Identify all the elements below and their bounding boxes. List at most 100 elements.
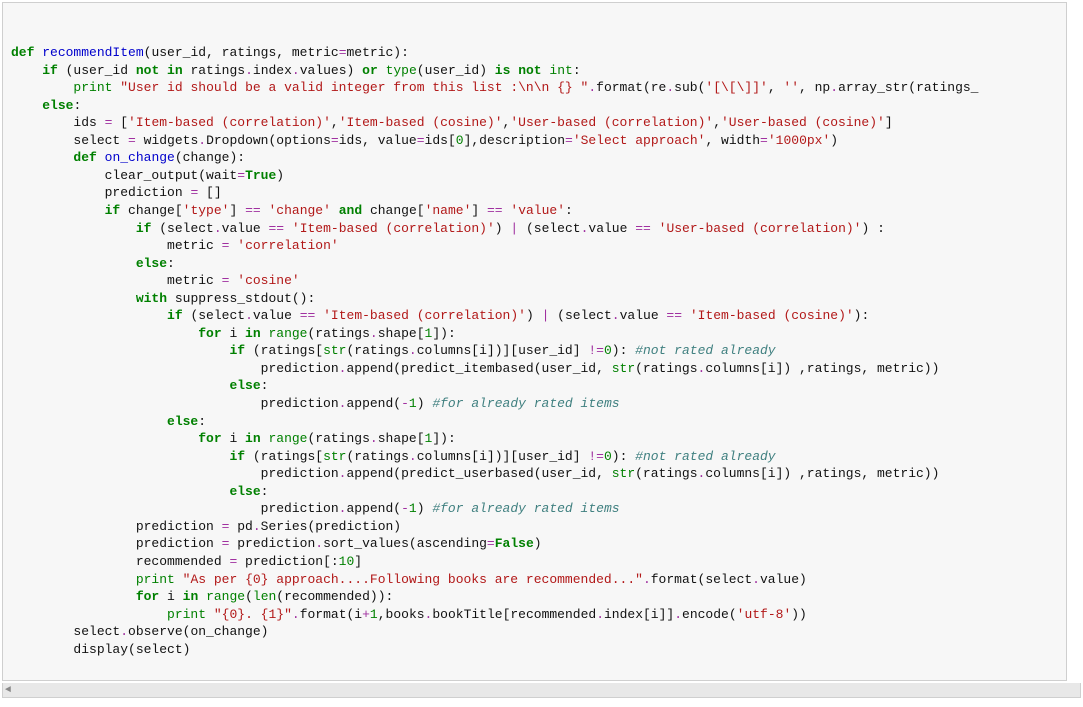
token-op: != bbox=[588, 343, 604, 358]
token-op: != bbox=[588, 449, 604, 464]
token-plain bbox=[11, 484, 229, 499]
token-plain: ids, value bbox=[339, 133, 417, 148]
token-op: = bbox=[237, 168, 245, 183]
token-plain: columns[i]) ,ratings, metric)) bbox=[705, 466, 939, 481]
token-plain: change[ bbox=[120, 203, 182, 218]
token-plain bbox=[11, 431, 198, 446]
token-builtin: int bbox=[549, 63, 572, 78]
token-builtin: type bbox=[386, 63, 417, 78]
code-line: if (ratings[str(ratings.columns[i])][use… bbox=[11, 342, 1058, 360]
token-plain: index bbox=[253, 63, 292, 78]
code-line: prediction.append(-1) #for already rated… bbox=[11, 500, 1058, 518]
scroll-left-arrow[interactable]: ◄ bbox=[5, 684, 11, 698]
token-op: - bbox=[401, 396, 409, 411]
token-plain bbox=[651, 221, 659, 236]
token-plain bbox=[11, 98, 42, 113]
token-kflow: and bbox=[339, 203, 362, 218]
token-str: 'Select approach' bbox=[573, 133, 706, 148]
token-plain bbox=[206, 607, 214, 622]
token-plain: Dropdown(options bbox=[206, 133, 331, 148]
code-line: prediction = pd.Series(prediction) bbox=[11, 518, 1058, 536]
token-op: . bbox=[409, 343, 417, 358]
token-kflow: is not bbox=[495, 63, 542, 78]
token-plain: select bbox=[11, 133, 128, 148]
token-op: . bbox=[666, 80, 674, 95]
token-plain: index[i]] bbox=[604, 607, 674, 622]
token-kflow: in bbox=[183, 589, 199, 604]
token-plain: (ratings[ bbox=[245, 343, 323, 358]
token-plain: select bbox=[11, 624, 120, 639]
token-builtin: str bbox=[612, 466, 635, 481]
token-plain: (select bbox=[183, 308, 245, 323]
token-comment: #not rated already bbox=[635, 343, 775, 358]
token-kdef: def bbox=[73, 150, 104, 165]
token-plain: value bbox=[588, 221, 635, 236]
token-plain: ) bbox=[417, 396, 433, 411]
token-kflow: if bbox=[229, 449, 245, 464]
token-kflow: for bbox=[198, 326, 221, 341]
code-line: else: bbox=[11, 413, 1058, 431]
token-num: 10 bbox=[339, 554, 355, 569]
token-plain: ids[ bbox=[425, 133, 456, 148]
token-op: . bbox=[370, 431, 378, 446]
token-plain bbox=[11, 80, 73, 95]
token-kflow: else bbox=[167, 414, 198, 429]
token-plain: append( bbox=[346, 396, 401, 411]
token-plain bbox=[378, 63, 386, 78]
token-plain: clear_output(wait bbox=[11, 168, 237, 183]
code-line: def on_change(change): bbox=[11, 149, 1058, 167]
token-comment: #for already rated items bbox=[432, 501, 619, 516]
token-kflow: for bbox=[136, 589, 159, 604]
token-fname: recommendItem bbox=[42, 45, 143, 60]
token-kflow: with bbox=[136, 291, 167, 306]
token-plain: change[ bbox=[362, 203, 424, 218]
token-plain: append(predict_userbased(user_id, bbox=[346, 466, 611, 481]
code-body: def recommendItem(user_id, ratings, metr… bbox=[11, 44, 1058, 658]
code-line: recommended = prediction[:10] bbox=[11, 553, 1058, 571]
token-op: . bbox=[409, 449, 417, 464]
token-num: 0 bbox=[456, 133, 464, 148]
code-line: if (select.value == 'Item-based (correla… bbox=[11, 220, 1058, 238]
code-line: select.observe(on_change) bbox=[11, 623, 1058, 641]
code-line: for i in range(len(recommended)): bbox=[11, 588, 1058, 606]
token-op: = bbox=[339, 45, 347, 60]
token-str: 'Item-based (correlation)' bbox=[323, 308, 526, 323]
token-op: . bbox=[292, 63, 300, 78]
token-plain: (user_id, ratings, metric bbox=[144, 45, 339, 60]
token-plain bbox=[331, 203, 339, 218]
token-op: . bbox=[214, 221, 222, 236]
token-plain: prediction bbox=[11, 361, 339, 376]
code-line: prediction.append(predict_itembased(user… bbox=[11, 360, 1058, 378]
token-kflow: if bbox=[105, 203, 121, 218]
code-line: metric = 'cosine' bbox=[11, 272, 1058, 290]
token-plain: prediction bbox=[11, 185, 190, 200]
token-kdef: def bbox=[11, 45, 42, 60]
token-str: 'type' bbox=[183, 203, 230, 218]
token-kflow: for bbox=[198, 431, 221, 446]
token-plain: value bbox=[620, 308, 667, 323]
code-line: ids = ['Item-based (correlation)','Item-… bbox=[11, 114, 1058, 132]
token-plain: Series(prediction) bbox=[261, 519, 401, 534]
token-plain: (select bbox=[518, 221, 580, 236]
token-kflow: not in bbox=[136, 63, 183, 78]
token-plain: prediction bbox=[11, 536, 222, 551]
token-plain: columns[i])][user_id] bbox=[417, 343, 589, 358]
token-op: . bbox=[596, 607, 604, 622]
token-str: "User id should be a valid integer from … bbox=[120, 80, 588, 95]
token-num: 1 bbox=[370, 607, 378, 622]
token-plain: append( bbox=[346, 501, 401, 516]
code-line: if (user_id not in ratings.index.values)… bbox=[11, 62, 1058, 80]
token-plain: shape[ bbox=[378, 326, 425, 341]
token-str: 'cosine' bbox=[237, 273, 299, 288]
token-plain: observe(on_change) bbox=[128, 624, 268, 639]
token-kflow: else bbox=[136, 256, 167, 271]
token-plain: (recommended)): bbox=[276, 589, 393, 604]
token-op: . bbox=[245, 63, 253, 78]
horizontal-scrollbar[interactable]: ◄ bbox=[2, 683, 1081, 698]
token-plain: encode( bbox=[682, 607, 737, 622]
token-op: . bbox=[752, 572, 760, 587]
token-builtin: str bbox=[323, 343, 346, 358]
token-plain bbox=[11, 150, 73, 165]
token-plain: ) : bbox=[861, 221, 884, 236]
token-str: '1000px' bbox=[768, 133, 830, 148]
